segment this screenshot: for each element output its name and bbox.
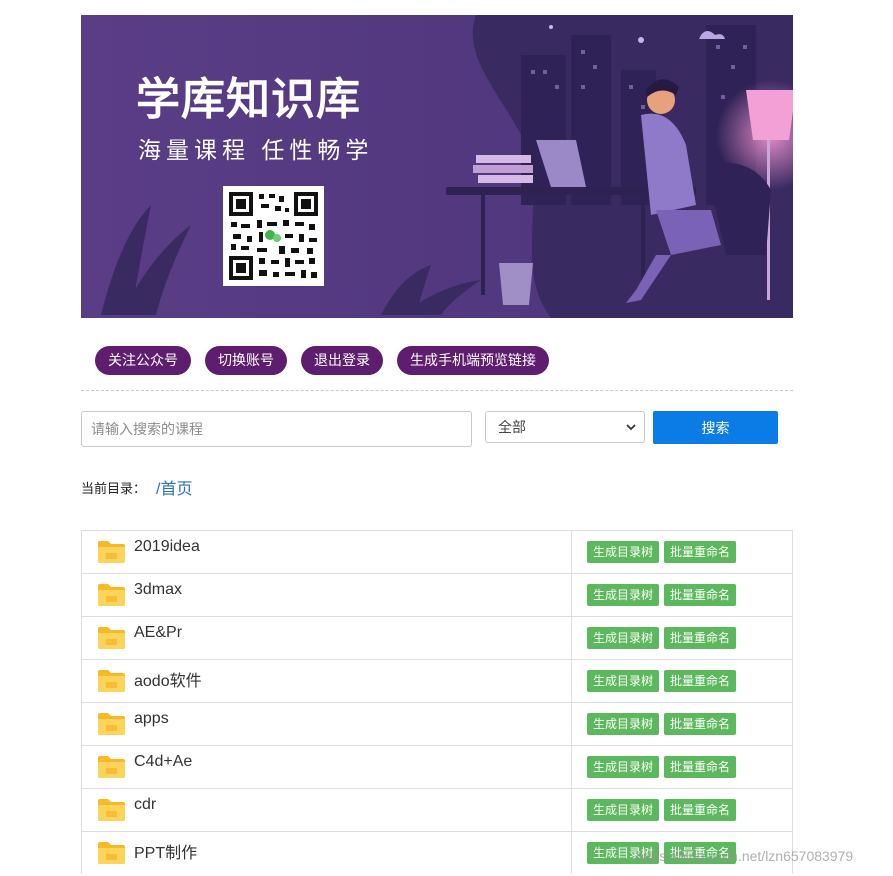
- chevron-down-icon: [626, 424, 636, 431]
- account-actions: 关注公众号 切换账号 退出登录 生成手机端预览链接: [95, 346, 549, 375]
- folder-name[interactable]: apps: [134, 710, 169, 728]
- table-row: aodo软件 生成目录树 批量重命名: [81, 660, 793, 703]
- generate-tree-button[interactable]: 生成目录树: [587, 670, 660, 692]
- batch-rename-button[interactable]: 批量重命名: [664, 541, 737, 563]
- switch-account-button[interactable]: 切换账号: [205, 346, 287, 375]
- banner-subtitle: 海量课程 任性畅学: [138, 137, 374, 163]
- category-select-value: 全部: [498, 419, 526, 435]
- batch-rename-button[interactable]: 批量重命名: [664, 713, 737, 735]
- folder-icon: [98, 799, 125, 821]
- folder-icon: [98, 670, 125, 692]
- folder-icon: [98, 627, 125, 649]
- generate-tree-button[interactable]: 生成目录树: [587, 541, 660, 563]
- watermark: https://blog.csdn.net/lzn657083979: [636, 848, 854, 864]
- folder-name[interactable]: aodo软件: [134, 667, 202, 691]
- folder-table: 2019idea 生成目录树 批量重命名 3dmax 生成目录树 批量重命名 A…: [81, 530, 793, 874]
- table-row: apps 生成目录树 批量重命名: [81, 703, 793, 746]
- folder-icon: [98, 842, 125, 864]
- generate-tree-button[interactable]: 生成目录树: [587, 584, 660, 606]
- table-row: C4d+Ae 生成目录树 批量重命名: [81, 746, 793, 789]
- batch-rename-button[interactable]: 批量重命名: [664, 799, 737, 821]
- folder-name[interactable]: C4d+Ae: [134, 753, 192, 771]
- batch-rename-button[interactable]: 批量重命名: [664, 670, 737, 692]
- folder-icon: [98, 541, 125, 563]
- table-row: 2019idea 生成目录树 批量重命名: [81, 531, 793, 574]
- folder-name[interactable]: 2019idea: [134, 538, 200, 556]
- search-button[interactable]: 搜索: [653, 411, 778, 444]
- generate-tree-button[interactable]: 生成目录树: [587, 756, 660, 778]
- table-row: AE&Pr 生成目录树 批量重命名: [81, 617, 793, 660]
- qr-code-icon: [229, 192, 318, 280]
- category-select[interactable]: 全部: [485, 411, 645, 443]
- folder-icon: [98, 584, 125, 606]
- generate-tree-button[interactable]: 生成目录树: [587, 799, 660, 821]
- follow-official-account-button[interactable]: 关注公众号: [95, 346, 191, 375]
- folder-name[interactable]: AE&Pr: [134, 624, 182, 642]
- banner: 学库知识库 海量课程 任性畅学: [81, 15, 793, 318]
- batch-rename-button[interactable]: 批量重命名: [664, 756, 737, 778]
- logout-button[interactable]: 退出登录: [301, 346, 383, 375]
- batch-rename-button[interactable]: 批量重命名: [664, 627, 737, 649]
- breadcrumb-label: 当前目录：: [81, 480, 147, 496]
- course-search-input[interactable]: [81, 411, 472, 447]
- generate-mobile-preview-link-button[interactable]: 生成手机端预览链接: [397, 346, 549, 375]
- divider: [81, 390, 793, 391]
- table-row: 3dmax 生成目录树 批量重命名: [81, 574, 793, 617]
- folder-icon: [98, 756, 125, 778]
- qr-code: [223, 186, 324, 286]
- breadcrumb-home-link[interactable]: /首页: [156, 475, 192, 499]
- batch-rename-button[interactable]: 批量重命名: [664, 584, 737, 606]
- folder-name[interactable]: 3dmax: [134, 581, 182, 599]
- banner-title: 学库知识库: [136, 75, 361, 124]
- folder-icon: [98, 713, 125, 735]
- folder-name[interactable]: PPT制作: [134, 839, 197, 863]
- generate-tree-button[interactable]: 生成目录树: [587, 713, 660, 735]
- breadcrumb: 当前目录： /首页: [81, 475, 192, 499]
- folder-name[interactable]: cdr: [134, 796, 156, 814]
- banner-illustration: [81, 15, 793, 318]
- table-row: cdr 生成目录树 批量重命名: [81, 789, 793, 832]
- generate-tree-button[interactable]: 生成目录树: [587, 627, 660, 649]
